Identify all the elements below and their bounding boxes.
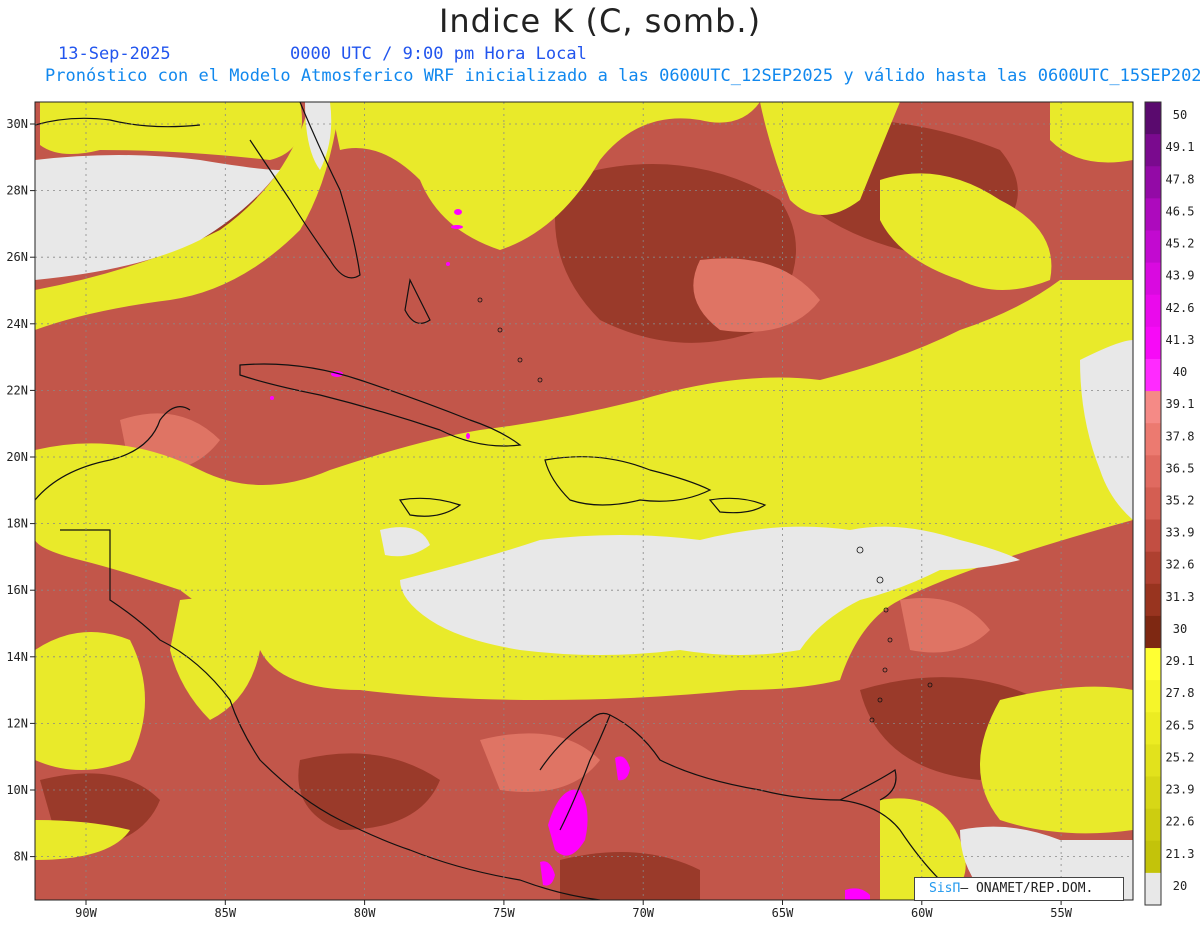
lon-label: 55W xyxy=(1050,906,1072,920)
colorbar-swatch xyxy=(1145,262,1161,296)
colorbar-label: 40 xyxy=(1173,365,1187,379)
colorbar-swatch xyxy=(1145,358,1161,392)
colorbar-swatch xyxy=(1145,872,1161,906)
colorbar-label: 31.3 xyxy=(1166,590,1195,604)
colorbar-label: 22.6 xyxy=(1166,815,1195,829)
lat-label: 8N xyxy=(14,850,28,864)
colorbar-swatch xyxy=(1145,680,1161,713)
colorbar-swatch xyxy=(1145,487,1161,521)
colorbar-label: 36.5 xyxy=(1166,461,1195,475)
colorbar-swatch xyxy=(1145,294,1161,328)
colorbar-swatch xyxy=(1145,455,1161,488)
lon-label: 85W xyxy=(214,906,236,920)
lat-label: 10N xyxy=(6,783,28,797)
colorbar-swatch xyxy=(1145,102,1161,135)
colorbar-label: 46.5 xyxy=(1166,204,1195,218)
colorbar-swatch xyxy=(1145,326,1161,360)
colorbar-label: 29.1 xyxy=(1166,654,1195,668)
lat-label: 26N xyxy=(6,250,28,264)
lon-label: 65W xyxy=(772,906,794,920)
colorbar: 50 49.1 47.8 46.5 45.2 43.9 42.6 41.3 40 39.1 37.8… xyxy=(1144,101,1195,906)
latitude-labels: 30N 28N 26N 24N 22N 20N 18N 16N 14N 12N 10N 8N xyxy=(6,117,35,864)
colorbar-swatch xyxy=(1145,615,1161,649)
colorbar-label: 37.8 xyxy=(1166,429,1195,443)
colorbar-label: 21.3 xyxy=(1166,847,1195,861)
lat-label: 22N xyxy=(6,383,28,397)
colorbar-label: 27.8 xyxy=(1166,686,1195,700)
k-index-map: 30N 28N 26N 24N 22N 20N 18N 16N 14N 12N 10N 8N 90W 8… xyxy=(6,101,1195,920)
colorbar-swatch xyxy=(1145,551,1161,585)
colorbar-swatch xyxy=(1145,712,1161,745)
lon-label: 60W xyxy=(911,906,933,920)
lon-label: 90W xyxy=(75,906,97,920)
colorbar-label: 20 xyxy=(1173,879,1187,893)
lat-label: 24N xyxy=(6,317,28,331)
colorbar-label: 41.3 xyxy=(1166,333,1195,347)
lat-label: 14N xyxy=(6,650,28,664)
colorbar-swatch xyxy=(1145,166,1161,199)
colorbar-label: 50 xyxy=(1173,108,1187,122)
colorbar-label: 35.2 xyxy=(1166,494,1195,508)
lat-label: 20N xyxy=(6,450,28,464)
colorbar-swatch xyxy=(1145,648,1161,681)
lat-label: 30N xyxy=(6,117,28,131)
colorbar-swatch xyxy=(1145,583,1161,617)
colorbar-swatch xyxy=(1145,519,1161,553)
colorbar-label: 25.2 xyxy=(1166,750,1195,764)
colorbar-label: 49.1 xyxy=(1166,140,1195,154)
lon-label: 80W xyxy=(354,906,376,920)
colorbar-label: 26.5 xyxy=(1166,718,1195,732)
colorbar-swatch xyxy=(1145,808,1161,842)
colorbar-label: 33.9 xyxy=(1166,526,1195,540)
colorbar-swatch xyxy=(1145,230,1161,264)
colorbar-label: 45.2 xyxy=(1166,237,1195,251)
colorbar-swatch xyxy=(1145,134,1161,167)
lon-label: 70W xyxy=(632,906,654,920)
colorbar-swatch xyxy=(1145,198,1161,231)
colorbar-label: 39.1 xyxy=(1166,397,1195,411)
colorbar-swatch xyxy=(1145,391,1161,424)
colorbar-label: 43.9 xyxy=(1166,269,1195,283)
credit-brand: SisΠ xyxy=(929,881,961,896)
colorbar-label: 47.8 xyxy=(1166,172,1195,186)
lat-label: 16N xyxy=(6,583,28,597)
colorbar-swatch xyxy=(1145,423,1161,456)
colorbar-label: 42.6 xyxy=(1166,301,1195,315)
colorbar-label: 32.6 xyxy=(1166,558,1195,572)
credit-org: – ONAMET/REP.DOM. xyxy=(960,881,1094,896)
lat-label: 12N xyxy=(6,716,28,730)
credit-box: SisΠ– ONAMET/REP.DOM. xyxy=(914,877,1124,901)
colorbar-label: 30 xyxy=(1173,622,1187,636)
colorbar-swatch xyxy=(1145,744,1161,778)
lat-label: 18N xyxy=(6,517,28,531)
colorbar-swatch xyxy=(1145,840,1161,874)
lon-label: 75W xyxy=(493,906,515,920)
longitude-labels: 90W 85W 80W 75W 70W 65W 60W 55W xyxy=(75,900,1073,920)
lat-label: 28N xyxy=(6,184,28,198)
colorbar-swatch xyxy=(1145,776,1161,810)
colorbar-label: 23.9 xyxy=(1166,783,1195,797)
